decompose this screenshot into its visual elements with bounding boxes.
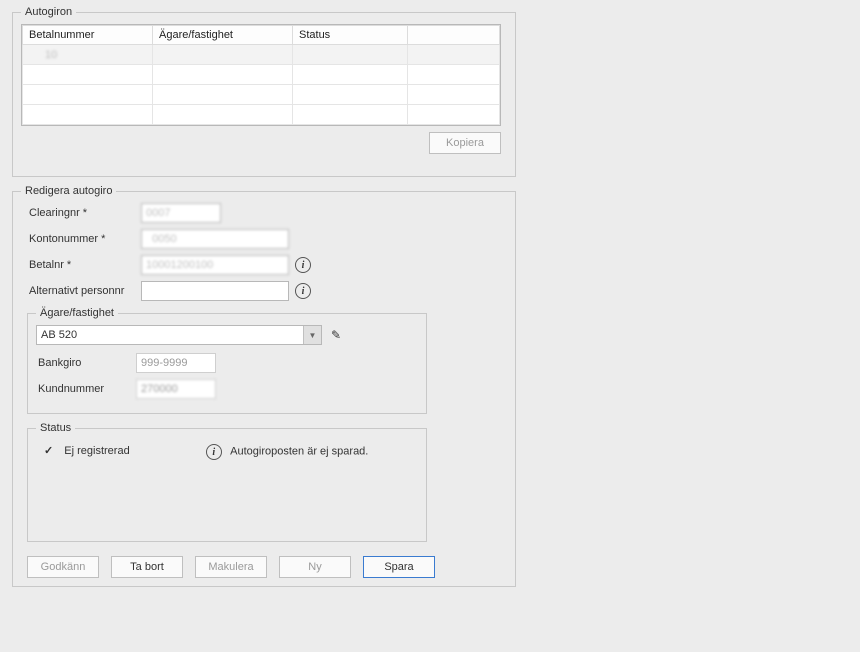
col-status[interactable]: Status xyxy=(293,26,408,45)
altpers-input[interactable] xyxy=(141,281,289,301)
cell-betalnr: 10 xyxy=(45,49,57,61)
godkann-button[interactable]: Godkänn xyxy=(27,556,99,578)
ny-button[interactable]: Ny xyxy=(279,556,351,578)
kundnr-label: Kundnummer xyxy=(36,383,136,395)
info-icon[interactable]: i xyxy=(295,283,311,299)
autogiro-grid[interactable]: Betalnummer Ägare/fastighet Status 10 xyxy=(21,24,501,126)
table-row[interactable] xyxy=(23,105,500,125)
owner-combo-value: AB 520 xyxy=(41,329,77,341)
info-icon: i xyxy=(206,444,222,460)
cell-status xyxy=(293,45,408,65)
spara-button[interactable]: Spara xyxy=(363,556,435,578)
edit-panel: Redigera autogiro Clearingnr * Kontonumm… xyxy=(12,185,516,587)
status-msg: i Autogiroposten är ej sparad. xyxy=(200,444,369,460)
col-betalnr[interactable]: Betalnummer xyxy=(23,26,153,45)
edit-icon[interactable]: ✎ xyxy=(328,327,344,343)
status-state: ✓ Ej registrerad xyxy=(36,444,130,457)
konto-label: Kontonummer * xyxy=(21,233,141,245)
clearing-label: Clearingnr * xyxy=(21,207,141,219)
bankgiro-input xyxy=(136,353,216,373)
table-row[interactable] xyxy=(23,65,500,85)
kundnr-input xyxy=(136,379,216,399)
autogiron-panel: Autogiron Betalnummer Ägare/fastighet St… xyxy=(12,6,516,177)
tabort-button[interactable]: Ta bort xyxy=(111,556,183,578)
button-bar: Godkänn Ta bort Makulera Ny Spara xyxy=(21,556,507,578)
owner-combo[interactable]: AB 520 ▼ xyxy=(36,325,322,345)
autogiron-legend: Autogiron xyxy=(21,6,76,18)
owner-legend: Ägare/fastighet xyxy=(36,307,118,319)
table-row[interactable] xyxy=(23,85,500,105)
copy-button[interactable]: Kopiera xyxy=(429,132,501,154)
makulera-button[interactable]: Makulera xyxy=(195,556,267,578)
col-agare[interactable]: Ägare/fastighet xyxy=(153,26,293,45)
clearing-input[interactable] xyxy=(141,203,221,223)
betal-input[interactable] xyxy=(141,255,289,275)
table-row[interactable]: 10 xyxy=(23,45,500,65)
status-msg-text: Autogiroposten är ej sparad. xyxy=(230,446,368,458)
betal-label: Betalnr * xyxy=(21,259,141,271)
info-icon[interactable]: i xyxy=(295,257,311,273)
status-state-text: Ej registrerad xyxy=(64,445,129,457)
app-root: Autogiron Betalnummer Ägare/fastighet St… xyxy=(0,0,860,652)
cell-agare xyxy=(153,45,293,65)
chevron-down-icon[interactable]: ▼ xyxy=(303,326,321,344)
status-legend: Status xyxy=(36,422,75,434)
altpers-label: Alternativt personnr xyxy=(21,285,141,297)
col-empty xyxy=(408,26,500,45)
konto-input[interactable] xyxy=(141,229,289,249)
owner-panel: Ägare/fastighet AB 520 ▼ ✎ Bankgiro Kund… xyxy=(27,307,427,414)
bankgiro-label: Bankgiro xyxy=(36,357,136,369)
status-panel: Status ✓ Ej registrerad i Autogiroposten… xyxy=(27,422,427,542)
edit-legend: Redigera autogiro xyxy=(21,185,116,197)
check-icon: ✓ xyxy=(44,445,53,457)
